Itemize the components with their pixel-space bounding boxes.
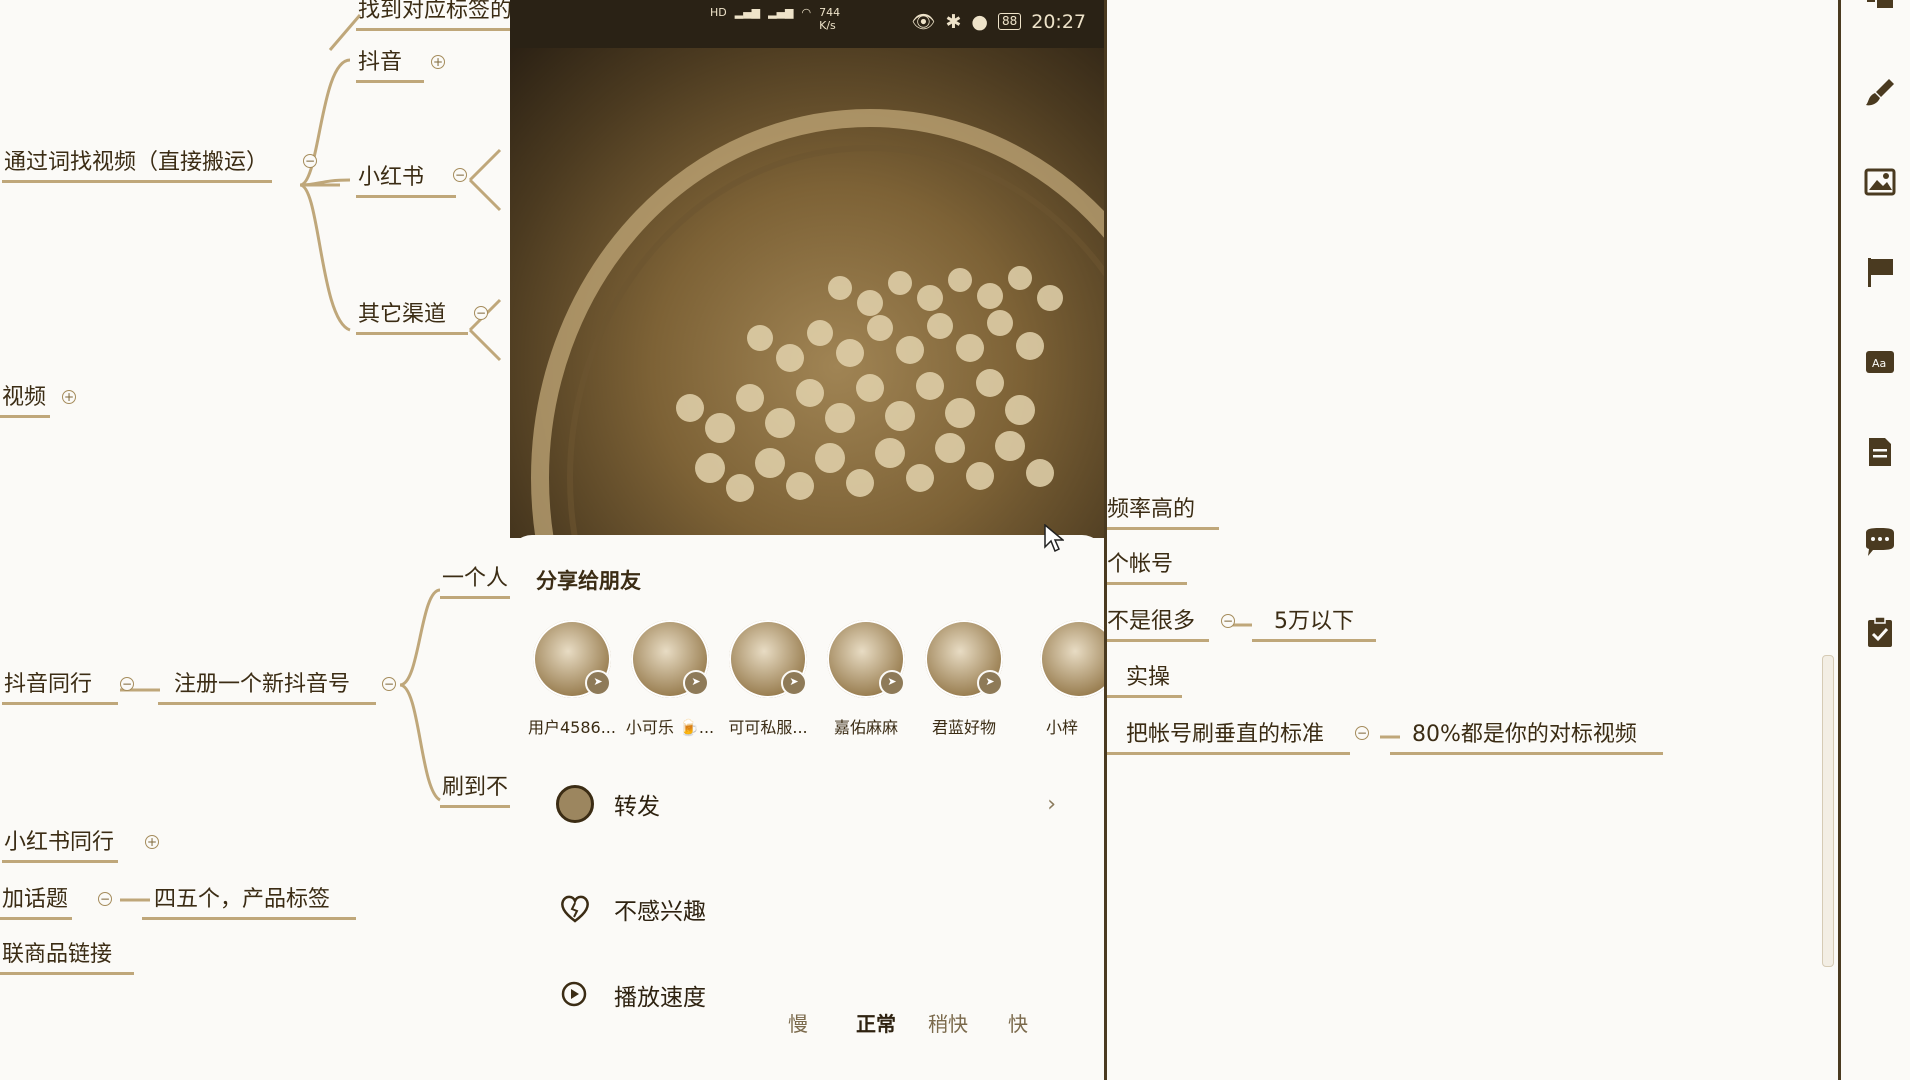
note-icon[interactable] — [1863, 435, 1897, 469]
send-icon: ➤ — [977, 670, 1003, 696]
expand-icon[interactable]: + — [62, 390, 76, 404]
collapse-icon[interactable]: − — [303, 154, 317, 168]
send-icon: ➤ — [683, 670, 709, 696]
video-frame[interactable] — [510, 48, 1104, 538]
signal-icon: ▂▄▆ — [734, 6, 761, 19]
structure-icon[interactable] — [1863, 0, 1897, 28]
friend-item[interactable]: ➤ 用户4586... — [522, 620, 622, 738]
avatar: ➤ — [631, 620, 709, 698]
collapse-icon[interactable]: − — [120, 677, 134, 691]
send-icon: ➤ — [781, 670, 807, 696]
playback-speed-row: 播放速度 — [556, 976, 706, 1014]
node-practice[interactable]: 实操 — [1106, 663, 1183, 698]
collapse-icon[interactable]: − — [474, 306, 488, 320]
video-content-image — [531, 109, 1104, 538]
send-icon: ➤ — [585, 670, 611, 696]
network-indicators: HD ▂▄▆ ▂▄▆ ◠ 744 K/s — [710, 6, 840, 32]
node-link-product[interactable]: 联商品链接 — [0, 940, 135, 975]
node-douyin[interactable]: 抖音 — [356, 48, 425, 83]
node-xiaohongshu[interactable]: 小红书 — [356, 163, 457, 198]
vertical-scrollbar[interactable] — [1822, 655, 1834, 967]
node-under-50k[interactable]: 5万以下 — [1252, 607, 1376, 642]
node-xhs-peers[interactable]: 小红书同行 — [2, 828, 119, 863]
avatar: ➤ — [827, 620, 905, 698]
expand-icon[interactable]: + — [431, 55, 445, 69]
node-scroll-to[interactable]: 刷到不 — [440, 773, 513, 808]
collapse-icon[interactable]: − — [453, 168, 467, 182]
collapse-icon[interactable]: − — [1221, 614, 1235, 628]
right-toolbar: Aa — [1838, 0, 1910, 1080]
speed-option-fast[interactable]: 快 — [1008, 1008, 1028, 1037]
expand-icon[interactable]: + — [145, 835, 159, 849]
brush-icon[interactable] — [1863, 75, 1897, 109]
friend-item[interactable]: ➤ 小可乐 🍺... — [620, 620, 720, 738]
avatar: ➤ — [533, 620, 611, 698]
friend-item[interactable]: ➤ 可可私服... — [718, 620, 818, 738]
status-bar: HD ▂▄▆ ▂▄▆ ◠ 744 K/s 👁 ✱ ● 88 20:27 — [510, 0, 1104, 48]
bluetooth-icon: ✱ — [945, 10, 962, 33]
eye-icon: 👁 — [911, 11, 936, 33]
mouse-cursor-icon — [1044, 524, 1064, 553]
chevron-right-icon: › — [1047, 791, 1056, 817]
location-icon: ● — [971, 10, 988, 33]
collapse-icon[interactable]: − — [98, 892, 112, 906]
node-video[interactable]: 视频 — [0, 383, 51, 418]
share-sheet: 分享给朋友 ➤ 用户4586... ➤ 小可乐 🍺... ➤ 可可私服... ➤… — [510, 535, 1104, 1080]
node-vertical-standard[interactable]: 把帐号刷垂直的标准 — [1106, 720, 1351, 755]
avatar — [1040, 620, 1104, 698]
signal-icon: ▂▄▆ — [768, 6, 794, 19]
share-title: 分享给朋友 — [536, 569, 641, 593]
forward-row[interactable]: 转发 › — [556, 785, 1056, 823]
node-one-person[interactable]: 一个人 — [440, 564, 513, 599]
node-douyin-peers[interactable]: 抖音同行 — [2, 670, 119, 705]
speed-option-normal[interactable]: 正常 — [856, 1008, 896, 1037]
node-one-account[interactable]: 个帐号 — [1105, 550, 1188, 585]
node-add-topic[interactable]: 加话题 — [0, 885, 73, 920]
friend-item[interactable]: 小梓 — [1020, 620, 1104, 738]
node-find-tag[interactable]: 找到对应标签的 — [356, 0, 517, 31]
node-four-five-tags[interactable]: 四五个，产品标签 — [142, 885, 357, 920]
playback-speed-icon — [556, 976, 594, 1014]
avatar: ➤ — [729, 620, 807, 698]
node-eighty-percent[interactable]: 80%都是你的对标视频 — [1390, 720, 1663, 755]
hd-badge: HD — [710, 6, 727, 19]
friend-item[interactable]: ➤ 嘉佑麻麻 — [816, 620, 916, 738]
node-high-frequency[interactable]: 频率高的 — [1105, 495, 1220, 530]
flag-icon[interactable] — [1863, 255, 1897, 289]
comment-icon[interactable] — [1863, 525, 1897, 559]
friend-item[interactable]: ➤ 君蓝好物 — [914, 620, 1014, 738]
collapse-icon[interactable]: − — [382, 677, 396, 691]
speed-option-faster[interactable]: 稍快 — [928, 1008, 968, 1037]
image-icon[interactable] — [1863, 165, 1897, 199]
not-interested-row[interactable]: 不感兴趣 — [556, 890, 706, 928]
clock: 20:27 — [1031, 10, 1086, 33]
speed-option-slow[interactable]: 慢 — [788, 1008, 808, 1037]
phone-mirror-window: HD ▂▄▆ ▂▄▆ ◠ 744 K/s 👁 ✱ ● 88 20:27 分享给朋… — [510, 0, 1107, 1080]
network-speed: 744 K/s — [819, 6, 841, 32]
forward-icon — [556, 785, 594, 823]
avatar: ➤ — [925, 620, 1003, 698]
node-other-channels[interactable]: 其它渠道 — [356, 300, 469, 335]
collapse-icon[interactable]: − — [1355, 726, 1369, 740]
clipboard-icon[interactable] — [1863, 615, 1897, 649]
wifi-icon: ◠ — [801, 6, 812, 19]
battery-icon: 88 — [997, 13, 1022, 30]
broken-heart-icon — [556, 890, 594, 928]
send-icon: ➤ — [879, 670, 905, 696]
node-not-many[interactable]: 不是很多 — [1105, 607, 1210, 642]
node-search-video[interactable]: 通过词找视频（直接搬运） — [2, 148, 273, 183]
svg-text:Aa: Aa — [1872, 357, 1886, 370]
text-style-icon[interactable]: Aa — [1863, 345, 1897, 379]
node-register-new[interactable]: 注册一个新抖音号 — [158, 670, 377, 705]
